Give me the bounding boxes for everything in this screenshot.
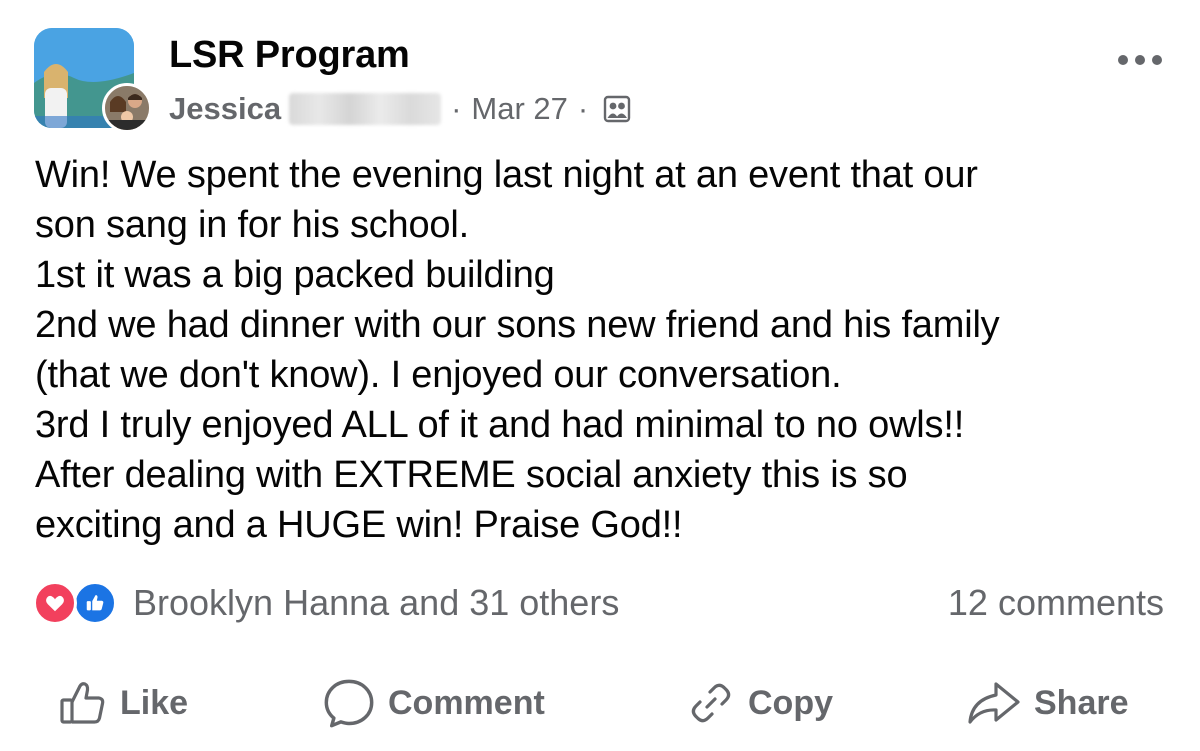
more-options-button[interactable] bbox=[1112, 45, 1168, 75]
post-body: Win! We spent the evening last night at … bbox=[35, 150, 1175, 550]
group-name[interactable]: LSR Program bbox=[169, 34, 410, 77]
reactions-text[interactable]: Brooklyn Hanna and 31 others bbox=[133, 582, 619, 624]
post-avatars[interactable] bbox=[34, 28, 152, 133]
reaction-icons bbox=[33, 579, 125, 627]
like-button[interactable]: Like bbox=[58, 668, 188, 738]
meta-separator: · bbox=[451, 91, 462, 126]
link-icon bbox=[691, 683, 731, 723]
post-body-line: 2nd we had dinner with our sons new frie… bbox=[35, 304, 1000, 346]
post-body-line: (that we don't know). I enjoyed our conv… bbox=[35, 354, 842, 396]
comment-button[interactable]: Comment bbox=[322, 668, 545, 738]
share-button[interactable]: Share bbox=[966, 668, 1129, 738]
like-label: Like bbox=[120, 683, 189, 722]
post-body-line: 3rd I truly enjoyed ALL of it and had mi… bbox=[35, 404, 965, 446]
author-avatar[interactable] bbox=[102, 83, 152, 133]
comments-count[interactable]: 12 comments bbox=[948, 578, 1164, 628]
more-dot bbox=[1135, 55, 1145, 65]
post-date[interactable]: Mar 27 bbox=[471, 91, 567, 127]
post-body-line: exciting and a HUGE win! Praise God!! bbox=[35, 504, 683, 546]
copy-label: Copy bbox=[748, 683, 833, 722]
group-members-icon bbox=[602, 94, 632, 124]
post-meta: Jessica · Mar 27 · bbox=[169, 89, 632, 129]
meta-separator: · bbox=[577, 91, 589, 126]
more-dot bbox=[1152, 55, 1162, 65]
redacted-last-name bbox=[289, 93, 442, 125]
post-body-line: Win! We spent the evening last night at … bbox=[35, 154, 978, 196]
comment-label: Comment bbox=[388, 683, 545, 722]
thumbs-up-icon bbox=[60, 682, 105, 724]
share-label: Share bbox=[1034, 683, 1129, 722]
post-body-line: son sang in for his school. bbox=[35, 204, 469, 246]
author-photo-image bbox=[105, 86, 149, 130]
share-arrow-icon bbox=[968, 682, 1020, 724]
author-name[interactable]: Jessica bbox=[169, 91, 281, 127]
like-icon bbox=[73, 581, 117, 625]
love-icon bbox=[33, 581, 77, 625]
reactions-summary[interactable]: Brooklyn Hanna and 31 others bbox=[33, 578, 619, 628]
comment-bubble-icon bbox=[324, 679, 374, 728]
more-dots-icon bbox=[1118, 55, 1128, 65]
post-action-bar: Like Comment Copy Share bbox=[0, 668, 1200, 738]
copy-button[interactable]: Copy bbox=[686, 668, 833, 738]
post-body-line: 1st it was a big packed building bbox=[35, 254, 555, 296]
post-body-line: After dealing with EXTREME social anxiet… bbox=[35, 454, 908, 496]
